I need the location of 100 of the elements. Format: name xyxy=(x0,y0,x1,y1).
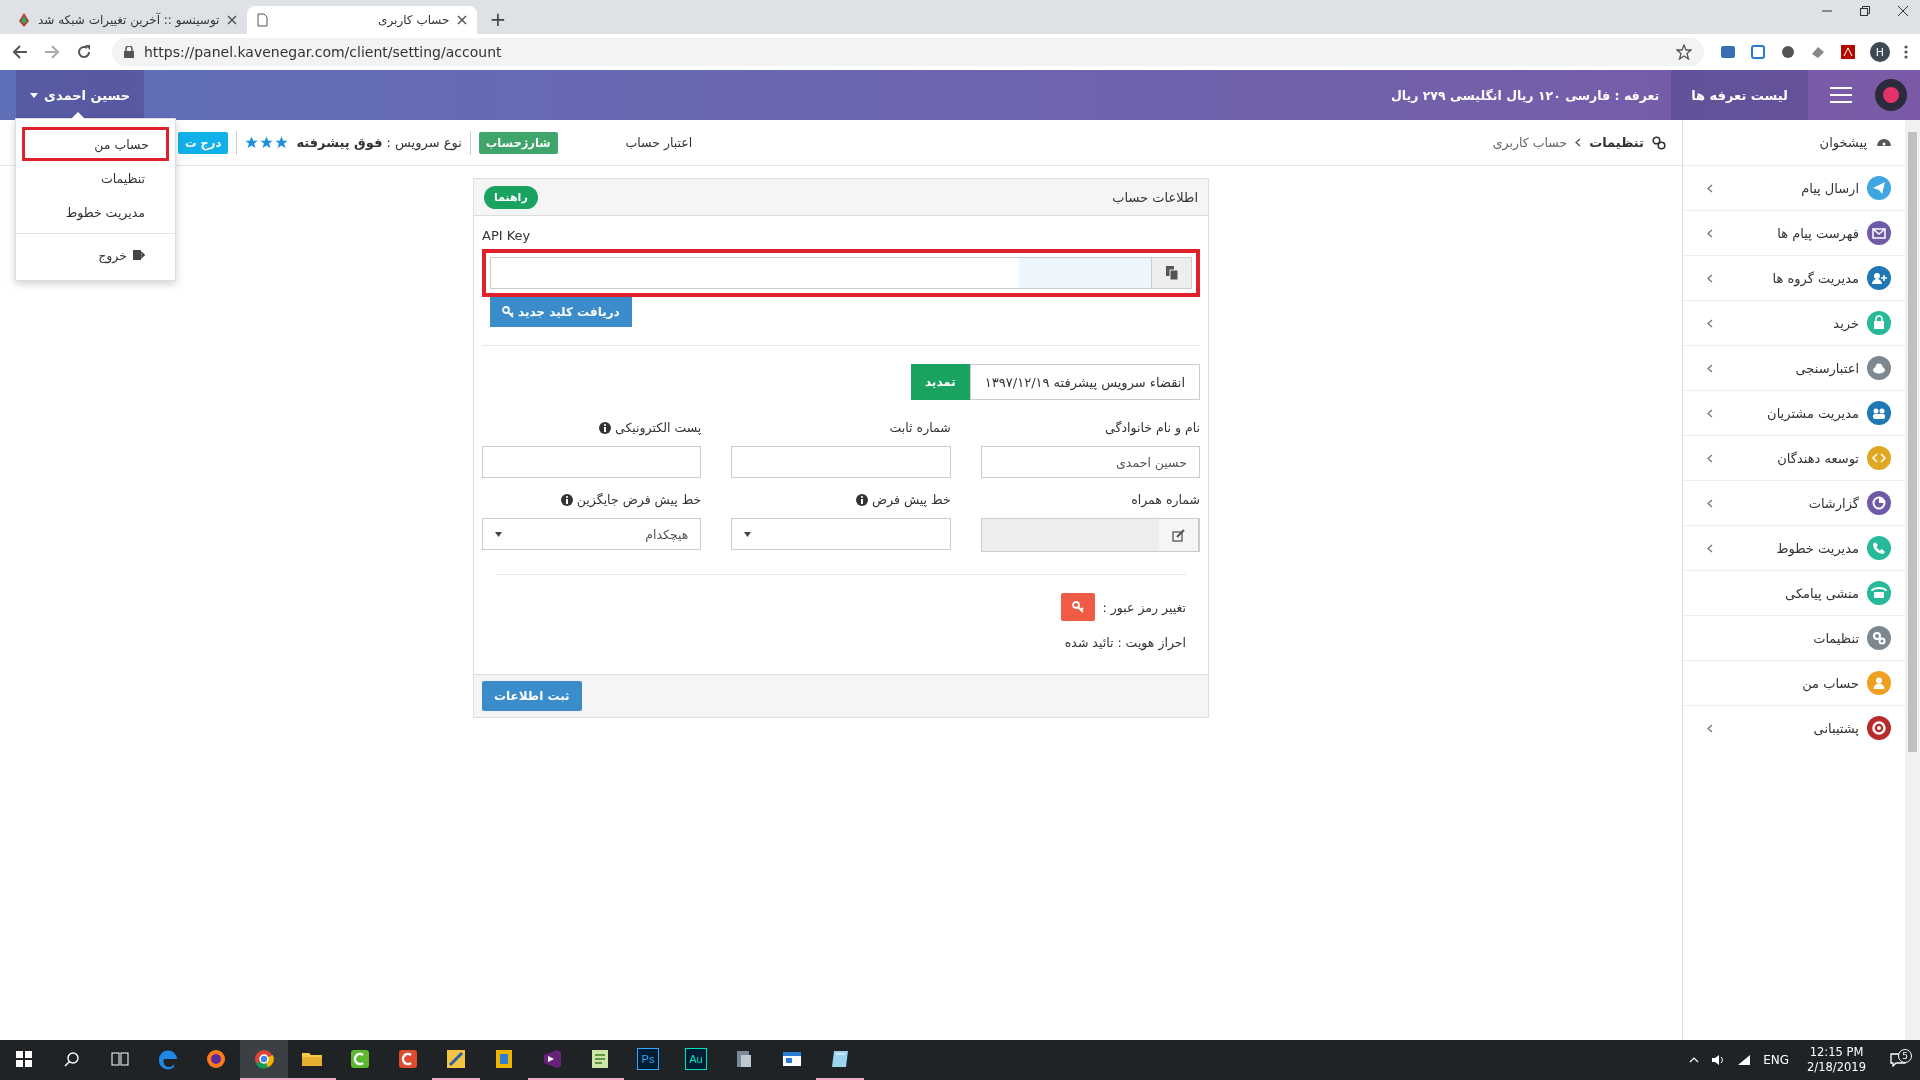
lock-icon xyxy=(124,46,134,58)
star-icon xyxy=(260,136,274,149)
tariff-list-button[interactable]: لیست تعرفه ها xyxy=(1671,70,1808,120)
extension-icon[interactable] xyxy=(1750,44,1766,60)
input-field[interactable]: حسین احمدی xyxy=(980,446,1200,478)
api-key-field[interactable] xyxy=(490,257,1192,289)
speaker-icon[interactable] xyxy=(1711,1054,1726,1066)
star-icon[interactable] xyxy=(1676,44,1692,60)
expiry-field: انقضاء سرویس پیشرفته ۱۳۹۷/۱۲/۱۹ xyxy=(969,364,1200,400)
sidebar-item[interactable]: منشی پیامکی xyxy=(1683,570,1905,615)
browser-tab[interactable]: حساب کاربری xyxy=(247,6,478,34)
field-label: شماره ثابت xyxy=(889,420,951,435)
chevron-icon xyxy=(1707,183,1713,193)
key-icon xyxy=(1071,601,1084,613)
input-field[interactable] xyxy=(482,446,702,478)
caret-icon xyxy=(30,92,38,98)
select-field[interactable]: هیچکدام xyxy=(482,518,702,550)
browser-tab[interactable]: توسینسو :: آخرین تغییرات شبکه شد xyxy=(8,6,248,34)
leaf-icon xyxy=(18,13,30,27)
browser-icon xyxy=(252,1047,276,1071)
field-label: خط پیش فرض xyxy=(871,492,951,507)
close-icon[interactable] xyxy=(1898,6,1908,16)
sidebar-item[interactable]: مدیریت مشتریان xyxy=(1683,390,1905,435)
caret-icon xyxy=(495,531,502,537)
sidebar-item[interactable]: توسعه دهندگان xyxy=(1683,435,1905,480)
app-icon xyxy=(348,1047,372,1071)
api-key-label: API Key xyxy=(482,228,532,243)
menu-item[interactable]: حساب من xyxy=(22,127,169,161)
logo-icon xyxy=(1874,78,1908,112)
sign-out-icon xyxy=(133,249,145,261)
sidebar-item[interactable]: حساب من xyxy=(1683,660,1905,705)
url-text: https://panel.kavenegar.com/client/setting/account xyxy=(144,44,503,60)
breadcrumb-item[interactable]: تنظیمات xyxy=(1589,135,1644,150)
restore-icon[interactable] xyxy=(1860,6,1870,16)
submit-button[interactable]: ثبت اطلاعات xyxy=(482,681,582,711)
change-password-button[interactable] xyxy=(1060,593,1095,621)
close-icon[interactable] xyxy=(457,15,468,25)
wifi-icon[interactable] xyxy=(1737,1054,1752,1066)
sidebar-item[interactable]: مدیریت خطوط xyxy=(1683,525,1905,570)
new-tab-button[interactable]: + xyxy=(483,6,513,32)
taskbar-app[interactable] xyxy=(240,1040,288,1080)
globe-icon xyxy=(204,1047,228,1071)
edit-button[interactable] xyxy=(1159,519,1199,551)
extension-icon[interactable] xyxy=(1780,44,1796,60)
pdf-icon[interactable] xyxy=(1840,44,1856,60)
back-icon[interactable] xyxy=(12,44,28,60)
password-label: تغییر رمز عبور : xyxy=(1102,599,1186,615)
user-menu-button[interactable]: حسین احمدی xyxy=(16,70,145,120)
sidebar-item[interactable]: خرید xyxy=(1683,300,1905,345)
menu-item[interactable]: مدیریت خطوط xyxy=(26,195,165,229)
chevron-icon xyxy=(1707,498,1713,508)
menu-icon[interactable] xyxy=(1830,87,1852,103)
chevron-icon xyxy=(1707,408,1713,418)
page-icon xyxy=(257,13,269,27)
lifebuoy-icon xyxy=(1869,718,1889,738)
extension-icon[interactable] xyxy=(1810,44,1826,60)
sidebar-item[interactable]: پشتیبانی xyxy=(1683,705,1905,750)
card-title: اطلاعات حساب xyxy=(1112,189,1198,205)
reload-icon[interactable] xyxy=(76,44,92,60)
field-label: شماره همراه xyxy=(1131,492,1200,507)
select-field[interactable] xyxy=(731,518,951,550)
sidebar-item[interactable]: پیشخوان xyxy=(1819,135,1867,150)
menu-icon[interactable] xyxy=(1904,44,1908,60)
breadcrumb-item: حساب کاربری xyxy=(1492,135,1568,150)
copy-button[interactable] xyxy=(1151,258,1191,288)
edit-icon xyxy=(1172,528,1185,542)
app-icon xyxy=(444,1047,468,1071)
sidebar-item[interactable]: گزارشات xyxy=(1683,480,1905,525)
search-icon xyxy=(64,1051,80,1067)
close-icon[interactable] xyxy=(227,15,238,25)
taskbar-app[interactable]: Au xyxy=(672,1040,720,1080)
input-field[interactable] xyxy=(731,446,951,478)
info-icon xyxy=(560,493,573,506)
notification-count: 5 xyxy=(1898,1049,1912,1063)
menu-item[interactable]: تنظیمات xyxy=(26,161,165,195)
new-key-button[interactable]: دریافت کلید جدید xyxy=(490,297,632,327)
chevron-up-icon[interactable] xyxy=(1689,1057,1700,1063)
chevron-icon xyxy=(1707,363,1713,373)
phone-field[interactable] xyxy=(980,518,1200,552)
sidebar-item[interactable]: ارسال پیام xyxy=(1683,165,1905,210)
sidebar-item[interactable]: فهرست پیام ها xyxy=(1683,210,1905,255)
profile-avatar[interactable]: H xyxy=(1870,42,1890,62)
chevron-icon xyxy=(1707,723,1713,733)
clock[interactable]: 12:15 PM 2/18/2019 xyxy=(1801,1044,1872,1076)
chevron-icon xyxy=(1707,543,1713,553)
chevron-icon xyxy=(1707,318,1713,328)
info-icon xyxy=(855,493,868,506)
field-label: خط پیش فرض جایگزین xyxy=(576,492,702,507)
language-indicator[interactable]: ENG xyxy=(1763,1053,1790,1067)
star-icon xyxy=(275,136,289,149)
taskbar-app[interactable]: Ps xyxy=(624,1040,672,1080)
extension-icon[interactable] xyxy=(1720,44,1736,60)
menu-item[interactable]: خروج xyxy=(26,238,165,272)
sidebar-item[interactable]: اعتبارسنجی xyxy=(1683,345,1905,390)
address-bar[interactable]: https://panel.kavenegar.com/client/setting/account xyxy=(112,38,1704,66)
chevron-icon xyxy=(1575,138,1582,147)
info-icon xyxy=(599,421,611,434)
sidebar-item[interactable]: مدیریت گروه ها xyxy=(1683,255,1905,300)
service-type: نوع سرویس : فوق پیشرفته xyxy=(296,135,462,150)
sidebar-item[interactable]: تنظیمات xyxy=(1683,615,1905,660)
